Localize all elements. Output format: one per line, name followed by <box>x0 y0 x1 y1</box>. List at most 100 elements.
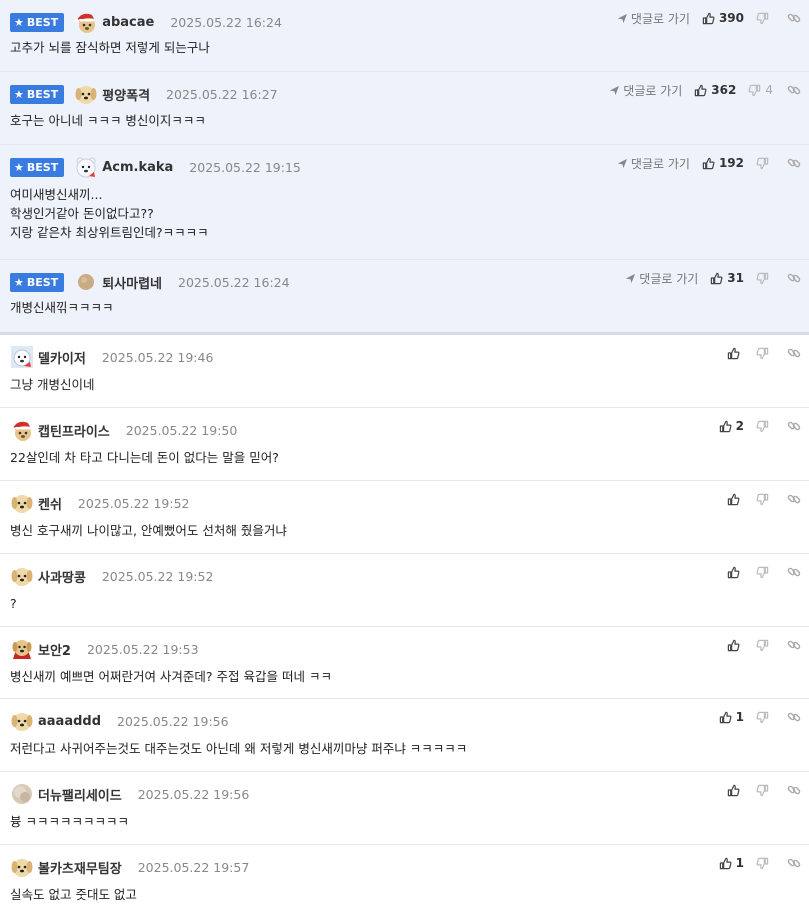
avatar[interactable] <box>74 82 98 106</box>
like-button[interactable]: 390 <box>702 11 744 25</box>
avatar[interactable] <box>10 637 34 661</box>
link-icon[interactable] <box>787 710 801 724</box>
dislike-button[interactable] <box>756 493 773 506</box>
comment-text: 22살인데 차 타고 다니는데 돈이 없다는 말을 믿어? <box>10 450 279 465</box>
avatar[interactable] <box>74 155 98 179</box>
dislike-button[interactable]: 4 <box>748 83 773 97</box>
comment-best: ★ BEST Acm.kaka 2025.05.22 19:15 댓글로 가기 1… <box>0 145 809 260</box>
avatar[interactable] <box>10 345 34 369</box>
go-to-reply-link[interactable]: 댓글로 가기 <box>609 82 682 99</box>
dislike-button[interactable] <box>756 272 773 285</box>
link-icon[interactable] <box>787 783 801 797</box>
username[interactable]: 볼카츠재무팀장 <box>38 858 122 877</box>
comment-text: 실속도 없고 줏대도 없고 <box>10 887 137 902</box>
avatar[interactable] <box>10 709 34 733</box>
thumbs-down-icon <box>756 493 769 505</box>
comment-date: 2025.05.22 19:15 <box>189 159 301 175</box>
dislike-button[interactable] <box>756 784 773 797</box>
thumbs-down-icon <box>756 157 769 169</box>
go-to-reply-link[interactable]: 댓글로 가기 <box>617 155 690 172</box>
send-icon <box>626 273 636 283</box>
avatar[interactable] <box>10 782 34 806</box>
comment-text: 저런다고 사귀어주는것도 대주는것도 아닌데 왜 저렇게 병신새끼마냥 퍼주냐 … <box>10 741 468 756</box>
avatar[interactable] <box>10 855 34 879</box>
comment-date: 2025.05.22 16:24 <box>178 274 290 290</box>
username[interactable]: 퇴사마렵네 <box>102 273 162 292</box>
dislike-button[interactable] <box>756 639 773 652</box>
username[interactable]: 캡틴프라이스 <box>38 421 110 440</box>
username[interactable]: 델카이저 <box>38 348 86 367</box>
dislike-button[interactable] <box>756 857 773 870</box>
username[interactable]: 보안2 <box>38 640 71 659</box>
comment: 더뉴팰리세이드 2025.05.22 19:56 븅 ㅋㅋㅋㅋㅋㅋㅋㅋㅋ <box>0 772 809 845</box>
comment-text: 고추가 뇌를 잠식하면 저렇게 되는구나 <box>10 40 210 55</box>
avatar[interactable] <box>10 564 34 588</box>
thumbs-down-icon <box>756 857 769 869</box>
link-icon[interactable] <box>787 346 801 360</box>
like-button[interactable]: 2 <box>719 419 744 433</box>
link-icon[interactable] <box>787 83 801 97</box>
thumbs-up-icon <box>727 493 740 505</box>
link-icon[interactable] <box>787 565 801 579</box>
like-button[interactable] <box>727 784 744 797</box>
avatar[interactable] <box>10 418 34 442</box>
link-icon[interactable] <box>787 638 801 652</box>
comment: 보안2 2025.05.22 19:53 병신새끼 예쁘면 어쩌란거여 사겨준데… <box>0 627 809 699</box>
dislike-button[interactable] <box>756 566 773 579</box>
like-button[interactable]: 31 <box>710 271 744 285</box>
link-icon[interactable] <box>787 419 801 433</box>
dislike-button[interactable] <box>756 711 773 724</box>
like-button[interactable]: 192 <box>702 156 744 170</box>
comment-date: 2025.05.22 19:53 <box>86 641 199 657</box>
avatar[interactable] <box>74 10 98 34</box>
comment: 캡틴프라이스 2025.05.22 19:50 2 22살인데 차 타고 다니는… <box>0 408 809 481</box>
like-button[interactable]: 1 <box>719 710 744 724</box>
link-icon[interactable] <box>787 156 801 170</box>
comment-text: 병신새끼 예쁘면 어쩌란거여 사겨준데? 주접 육갑을 떠네 ㅋㅋ <box>10 669 332 684</box>
avatar[interactable] <box>74 270 98 294</box>
comment-text: 븅 ㅋㅋㅋㅋㅋㅋㅋㅋㅋ <box>10 814 129 829</box>
send-icon <box>617 13 628 23</box>
link-icon[interactable] <box>787 271 801 285</box>
comment-date: 2025.05.22 19:56 <box>117 713 229 729</box>
thumbs-up-icon <box>702 12 715 24</box>
comment-text: 여미새병신새끼... 학생인거같아 돈이없다고?? 지랑 같은차 최상위트림인데… <box>10 187 209 240</box>
like-button[interactable]: 1 <box>719 856 744 870</box>
thumbs-up-icon <box>727 639 740 651</box>
like-button[interactable] <box>727 347 744 360</box>
comment: 볼카츠재무팀장 2025.05.22 19:57 1 실속도 없고 줏대도 없고 <box>0 845 809 911</box>
dislike-button[interactable] <box>756 12 773 25</box>
dislike-button[interactable] <box>756 420 773 433</box>
username[interactable]: aaaaddd <box>38 714 101 729</box>
thumbs-down-icon <box>756 711 769 723</box>
thumbs-up-icon <box>719 711 732 723</box>
username[interactable]: 더뉴팰리세이드 <box>38 785 122 804</box>
dislike-button[interactable] <box>756 347 773 360</box>
star-icon: ★ <box>14 160 24 174</box>
like-button[interactable] <box>727 566 744 579</box>
avatar[interactable] <box>10 491 34 515</box>
comment-text: ? <box>10 596 17 611</box>
thumbs-down-icon <box>756 784 769 796</box>
like-button[interactable]: 362 <box>694 83 736 97</box>
comment-date: 2025.05.22 16:24 <box>170 14 282 30</box>
username[interactable]: abacae <box>102 15 154 30</box>
link-icon[interactable] <box>787 856 801 870</box>
star-icon: ★ <box>14 87 24 101</box>
star-icon: ★ <box>14 275 24 289</box>
username[interactable]: 켄쉬 <box>38 494 62 513</box>
dislike-button[interactable] <box>756 157 773 170</box>
like-button[interactable] <box>727 493 744 506</box>
go-to-reply-link[interactable]: 댓글로 가기 <box>617 10 690 27</box>
like-button[interactable] <box>727 639 744 652</box>
username[interactable]: 평양폭격 <box>102 85 150 104</box>
comment-text: 호구는 아니네 ㅋㅋㅋ 병신이지ㅋㅋㅋ <box>10 113 206 128</box>
thumbs-up-icon <box>711 272 723 284</box>
username[interactable]: Acm.kaka <box>102 160 173 175</box>
username[interactable]: 사과땅콩 <box>38 567 86 586</box>
link-icon[interactable] <box>787 11 801 25</box>
comment-text: 그냥 개병신이네 <box>10 377 95 392</box>
thumbs-up-icon <box>727 566 740 578</box>
go-to-reply-link[interactable]: 댓글로 가기 <box>625 270 698 287</box>
link-icon[interactable] <box>787 492 801 506</box>
